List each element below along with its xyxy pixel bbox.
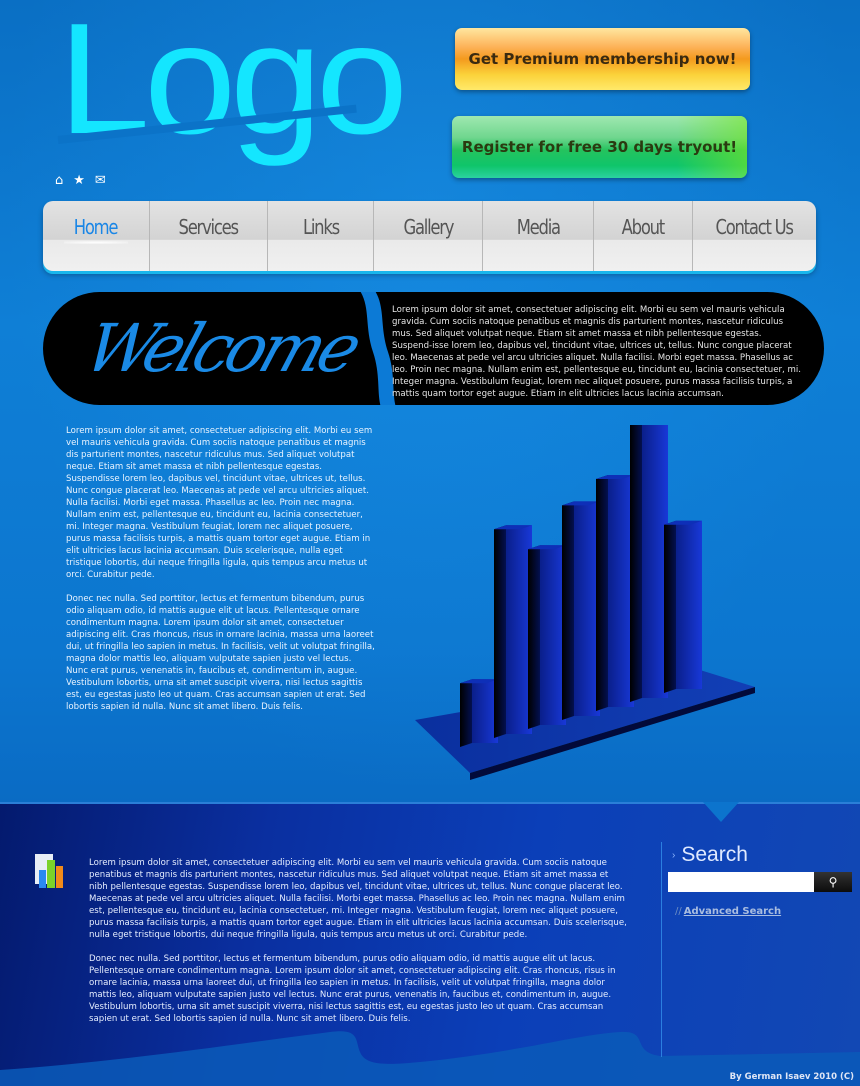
register-trial-button[interactable]: Register for free 30 days tryout!: [452, 116, 747, 178]
premium-membership-button[interactable]: Get Premium membership now!: [455, 28, 750, 90]
main-paragraph: Lorem ipsum dolor sit amet, consectetuer…: [66, 426, 373, 580]
copyright-credit: By German Isaev 2010 (C): [729, 1072, 854, 1082]
search-heading: › Search: [672, 843, 748, 867]
nav-item-media[interactable]: Media: [483, 201, 594, 271]
chart-document-icon: [35, 854, 63, 888]
nav-label: Media: [516, 215, 560, 239]
welcome-title: Welcome: [75, 310, 367, 387]
nav-label: About: [621, 215, 666, 239]
bar-side: [596, 475, 608, 711]
main-navigation: Home Services Links Gallery Media About …: [43, 201, 816, 271]
search-title-text: Search: [681, 843, 748, 866]
nav-label: Home: [74, 215, 119, 239]
advanced-search-link[interactable]: Advanced Search: [684, 906, 781, 917]
nav-label: Contact Us: [715, 215, 795, 239]
nav-item-gallery[interactable]: Gallery: [374, 201, 483, 271]
logo[interactable]: Logo: [57, 0, 408, 188]
bar-side: [664, 520, 676, 693]
search-icon: ⚲: [828, 875, 838, 889]
premium-button-label: Get Premium membership now!: [468, 50, 737, 68]
nav-item-about[interactable]: About: [594, 201, 693, 271]
nav-item-home[interactable]: Home: [43, 201, 150, 271]
bar-side: [630, 425, 642, 702]
bar-front: [676, 520, 702, 689]
home-icon[interactable]: ⌂: [55, 174, 63, 188]
nav-item-contact-us[interactable]: Contact Us: [693, 201, 816, 271]
advanced-search: //Advanced Search: [675, 906, 781, 917]
bar-side: [460, 679, 472, 747]
nav-item-links[interactable]: Links: [268, 201, 374, 271]
footer-paragraph: Donec nec nulla. Sed porttitor, lectus e…: [89, 954, 616, 1024]
chevron-right-icon: ›: [672, 849, 676, 861]
search-input[interactable]: [668, 872, 814, 892]
main-paragraph: Donec nec nulla. Sed porttitor, lectus e…: [66, 594, 375, 712]
star-icon[interactable]: ★: [73, 174, 85, 188]
search-button[interactable]: ⚲: [814, 872, 852, 892]
footer-notch-decoration: [703, 802, 739, 822]
advanced-search-prefix: //: [675, 906, 682, 917]
footer-content: Lorem ipsum dolor sit amet, consectetuer…: [89, 857, 629, 1037]
register-button-label: Register for free 30 days tryout!: [461, 138, 738, 156]
quick-links: ⌂ ★ ✉: [55, 174, 106, 188]
bar-side: [494, 525, 506, 738]
bar-side: [562, 501, 574, 720]
footer-paragraph: Lorem ipsum dolor sit amet, consectetuer…: [89, 858, 627, 940]
mail-icon[interactable]: ✉: [95, 174, 106, 188]
bar-chart-illustration: [415, 425, 755, 780]
sidebar-divider: [661, 842, 662, 1057]
welcome-banner: Welcome Lorem ipsum dolor sit amet, cons…: [43, 292, 824, 405]
nav-item-services[interactable]: Services: [150, 201, 268, 271]
nav-label: Gallery: [403, 215, 454, 239]
welcome-text: Lorem ipsum dolor sit amet, consectetuer…: [392, 305, 801, 399]
nav-label: Links: [302, 215, 339, 239]
bar-side: [528, 545, 540, 729]
nav-label: Services: [178, 215, 240, 239]
main-content: Lorem ipsum dolor sit amet, consectetuer…: [66, 425, 376, 725]
